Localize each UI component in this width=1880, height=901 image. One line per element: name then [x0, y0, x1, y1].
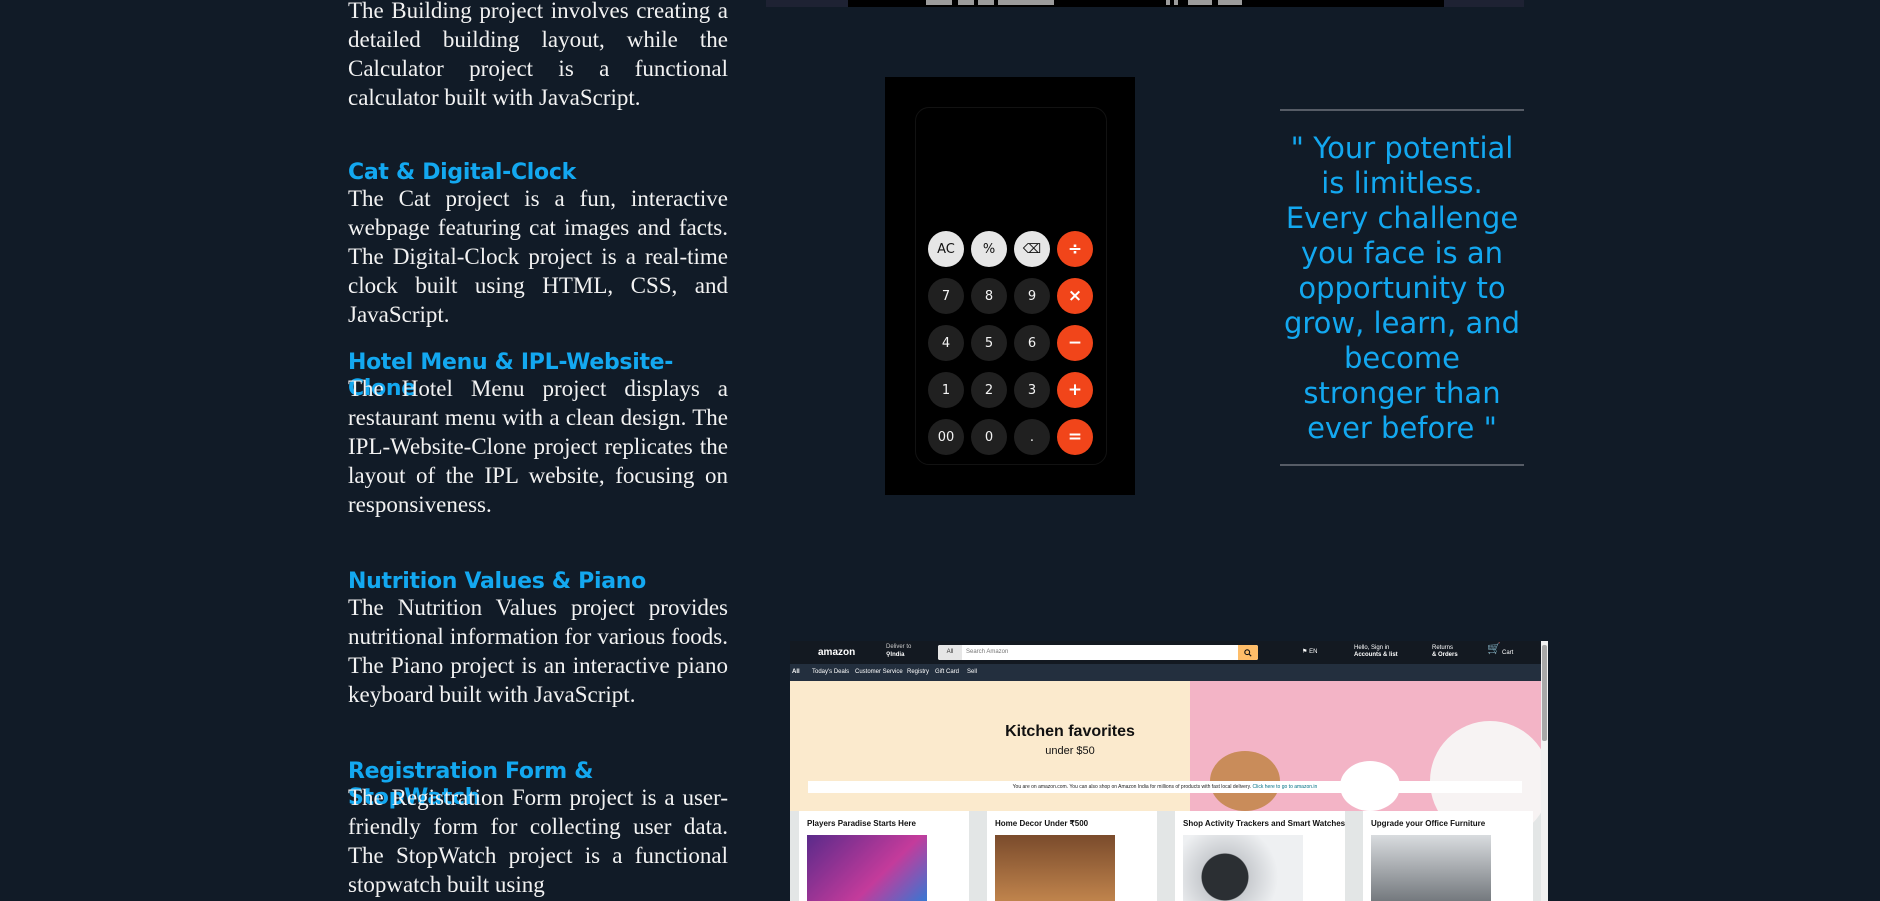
hero-title: Kitchen favorites: [1005, 723, 1135, 740]
calc-key-multiply[interactable]: ×: [1057, 278, 1093, 314]
calc-key-4[interactable]: 4: [928, 325, 964, 361]
deliver-location-text: India: [890, 652, 905, 658]
building-calculator-description: The Building project involves creating a…: [348, 0, 728, 110]
project-description-hotel-ipl: The Hotel Menu project displays a restau…: [348, 376, 728, 517]
region-notice: You are on amazon.com. You can also shop…: [808, 781, 1522, 793]
flag-icon: ⚑: [1302, 649, 1308, 655]
card-title: Upgrade your Office Furniture: [1371, 819, 1486, 828]
calc-key-1[interactable]: 1: [928, 372, 964, 408]
deliver-to-label: Deliver to: [886, 644, 912, 650]
amazon-logo[interactable]: amazon: [818, 647, 855, 658]
amazon-card-watches[interactable]: Shop Activity Trackers and Smart Watches: [1175, 811, 1345, 901]
calc-key-7[interactable]: 7: [928, 278, 964, 314]
calc-key-dot[interactable]: .: [1014, 419, 1050, 455]
language-text: EN: [1309, 649, 1318, 655]
amazon-navbar: amazon Deliver to ⚲India All Search Amaz…: [790, 641, 1541, 664]
calc-key-percent[interactable]: %: [971, 231, 1007, 267]
cart-label[interactable]: Cart: [1502, 650, 1513, 657]
amazon-card-office[interactable]: Upgrade your Office Furniture: [1363, 811, 1533, 901]
search-category-select[interactable]: All: [938, 645, 962, 660]
card-title: Players Paradise Starts Here: [807, 819, 916, 828]
subnav-item[interactable]: Sell: [967, 669, 977, 676]
quote-text: " Your potential is limitless. Every cha…: [1283, 131, 1521, 445]
subnav-item[interactable]: Today's Deals: [812, 669, 849, 676]
calc-key-equals[interactable]: =: [1057, 419, 1093, 455]
language-selector[interactable]: ⚑ EN: [1302, 649, 1317, 656]
calc-key-00[interactable]: 00: [928, 419, 964, 455]
amazon-clone-preview: amazon Deliver to ⚲India All Search Amaz…: [790, 641, 1548, 901]
calc-key-6[interactable]: 6: [1014, 325, 1050, 361]
calc-key-3[interactable]: 3: [1014, 372, 1050, 408]
signin-line2[interactable]: Accounts & list: [1354, 652, 1398, 659]
card-title: Shop Activity Trackers and Smart Watches: [1183, 819, 1346, 828]
calc-key-backspace[interactable]: ⌫: [1014, 231, 1050, 267]
subnav-item[interactable]: Customer Service: [855, 669, 903, 676]
hero-subtitle: under $50: [1045, 745, 1095, 757]
calc-key-ac[interactable]: AC: [928, 231, 964, 267]
notice-link[interactable]: Click here to go to amazon.in: [1253, 784, 1318, 790]
calc-key-2[interactable]: 2: [971, 372, 1007, 408]
subnav-item[interactable]: All: [792, 669, 800, 676]
card-title: Home Decor Under ₹500: [995, 819, 1089, 828]
calculator-project-preview: AC% ⌫ ÷ 7 8 9 × 4 5 6− 1 2 3 +00 0. =: [885, 77, 1135, 495]
project-description-registration-stopwatch: The Registration Form project is a user-…: [348, 785, 728, 897]
calc-key-divide[interactable]: ÷: [1057, 231, 1093, 267]
amazon-subnav: All Today's Deals Customer Service Registry…: [790, 664, 1541, 681]
returns-line2[interactable]: & Orders: [1432, 652, 1458, 659]
project-description-nutrition-piano: The Nutrition Values project provides nu…: [348, 595, 728, 707]
project-title-cat-clock: Cat & Digital-Clock: [348, 160, 576, 185]
card-image[interactable]: [1183, 835, 1303, 901]
card-image[interactable]: [807, 835, 927, 901]
calc-key-0[interactable]: 0: [971, 419, 1007, 455]
subnav-item[interactable]: Registry: [907, 669, 929, 676]
card-image[interactable]: [995, 835, 1115, 901]
cart-icon[interactable]: 🛒: [1487, 644, 1501, 655]
deliver-location[interactable]: ⚲India: [886, 652, 904, 659]
notice-text: You are on amazon.com. You can also shop…: [1012, 784, 1252, 790]
calc-key-8[interactable]: 8: [971, 278, 1007, 314]
amazon-card-home-decor[interactable]: Home Decor Under ₹500: [987, 811, 1157, 901]
calc-key-plus[interactable]: +: [1057, 372, 1093, 408]
signin-line1[interactable]: Hello, Sign in: [1354, 645, 1389, 652]
returns-line1[interactable]: Returns: [1432, 645, 1453, 652]
preview-scrollbar[interactable]: [1541, 641, 1548, 901]
amazon-search-bar[interactable]: All Search Amazon: [938, 645, 1258, 660]
card-image[interactable]: [1371, 835, 1491, 901]
calc-key-5[interactable]: 5: [971, 325, 1007, 361]
building-project-preview: [766, 0, 1524, 7]
amazon-hero-banner: Kitchen favorites under $50 You are on a…: [790, 681, 1548, 841]
calc-key-minus[interactable]: −: [1057, 325, 1093, 361]
calculator-body: AC% ⌫ ÷ 7 8 9 × 4 5 6− 1 2 3 +00 0. =: [915, 107, 1107, 465]
subnav-item[interactable]: Gift Card: [935, 669, 959, 676]
project-description-cat-clock: The Cat project is a fun, interactive we…: [348, 186, 728, 327]
motivational-quote: " Your potential is limitless. Every cha…: [1280, 109, 1524, 466]
project-title-nutrition-piano: Nutrition Values & Piano: [348, 569, 646, 594]
search-button[interactable]: [1238, 645, 1258, 660]
search-input[interactable]: Search Amazon: [966, 645, 1008, 660]
amazon-card-gaming[interactable]: Players Paradise Starts Here: [799, 811, 969, 901]
calc-key-9[interactable]: 9: [1014, 278, 1050, 314]
search-icon: [1244, 648, 1252, 657]
